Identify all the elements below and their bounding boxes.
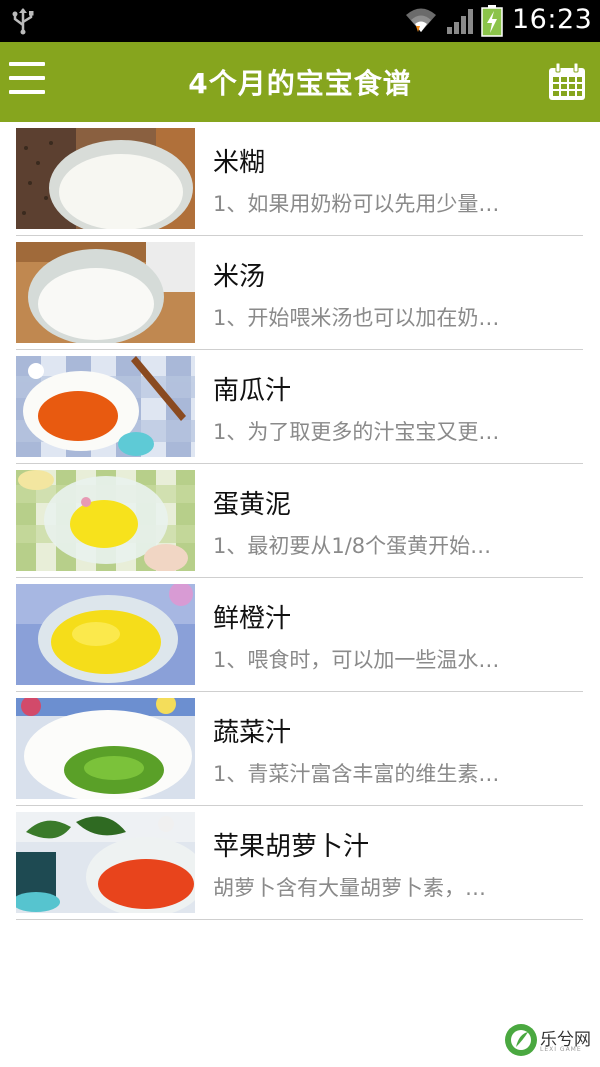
recipe-name: 苹果胡萝卜汁 [213, 832, 370, 862]
list-item[interactable]: 蛋黄泥 1、最初要从1/8个蛋黄开始… [0, 464, 600, 578]
usb-icon [12, 8, 34, 35]
list-item[interactable]: 米汤 1、开始喂米汤也可以加在奶… [0, 236, 600, 350]
recipe-description: 1、最初要从1/8个蛋黄开始… [213, 534, 492, 558]
pumpkin-juice-photo [16, 356, 195, 457]
recipe-name: 蔬菜汁 [213, 718, 292, 748]
rice-soup-photo [16, 242, 195, 343]
status-bar: 16:23 [0, 0, 600, 42]
recipe-description: 胡萝卜含有大量胡萝卜素，… [213, 876, 486, 900]
signal-icon [447, 9, 473, 34]
recipe-description: 1、喂食时，可以加一些温水… [213, 648, 500, 672]
page-title: 4个月的宝宝食谱 [188, 67, 412, 100]
list-item[interactable]: 苹果胡萝卜汁 胡萝卜含有大量胡萝卜素，… [0, 806, 600, 920]
recipe-description: 1、青菜汁富含丰富的维生素… [213, 762, 500, 786]
orange-juice-photo [16, 584, 195, 685]
list-item[interactable]: 鲜橙汁 1、喂食时，可以加一些温水… [0, 578, 600, 692]
recipe-description: 1、开始喂米汤也可以加在奶… [213, 306, 500, 330]
recipe-list: 米糊 1、如果用奶粉可以先用少量… 米汤 1、开始喂米汤也可以加在奶… 南瓜汁 [0, 122, 600, 920]
watermark-logo-icon [505, 1024, 537, 1056]
recipe-name: 南瓜汁 [213, 376, 292, 406]
apple-carrot-juice-photo [16, 812, 195, 913]
list-item[interactable]: 南瓜汁 1、为了取更多的汁宝宝又更… [0, 350, 600, 464]
recipe-description: 1、如果用奶粉可以先用少量… [213, 192, 500, 216]
recipe-name: 蛋黄泥 [213, 490, 292, 520]
vegetable-juice-photo [16, 698, 195, 799]
list-item[interactable]: 米糊 1、如果用奶粉可以先用少量… [0, 122, 600, 236]
recipe-name: 米糊 [213, 148, 266, 178]
list-item[interactable]: 蔬菜汁 1、青菜汁富含丰富的维生素… [0, 692, 600, 806]
calendar-icon[interactable] [547, 62, 587, 102]
recipe-name: 鲜橙汁 [213, 604, 292, 634]
divider [16, 919, 583, 920]
status-clock: 16:23 [512, 4, 593, 35]
recipe-name: 米汤 [213, 262, 266, 292]
egg-yolk-puree-photo [16, 470, 195, 571]
watermark-subtext: LEXI GAME [540, 1046, 582, 1053]
battery-charging-icon [481, 5, 503, 37]
wifi-icon [406, 8, 436, 32]
rice-paste-photo [16, 128, 195, 229]
recipe-description: 1、为了取更多的汁宝宝又更… [213, 420, 500, 444]
app-bar: 4个月的宝宝食谱 [0, 42, 600, 122]
